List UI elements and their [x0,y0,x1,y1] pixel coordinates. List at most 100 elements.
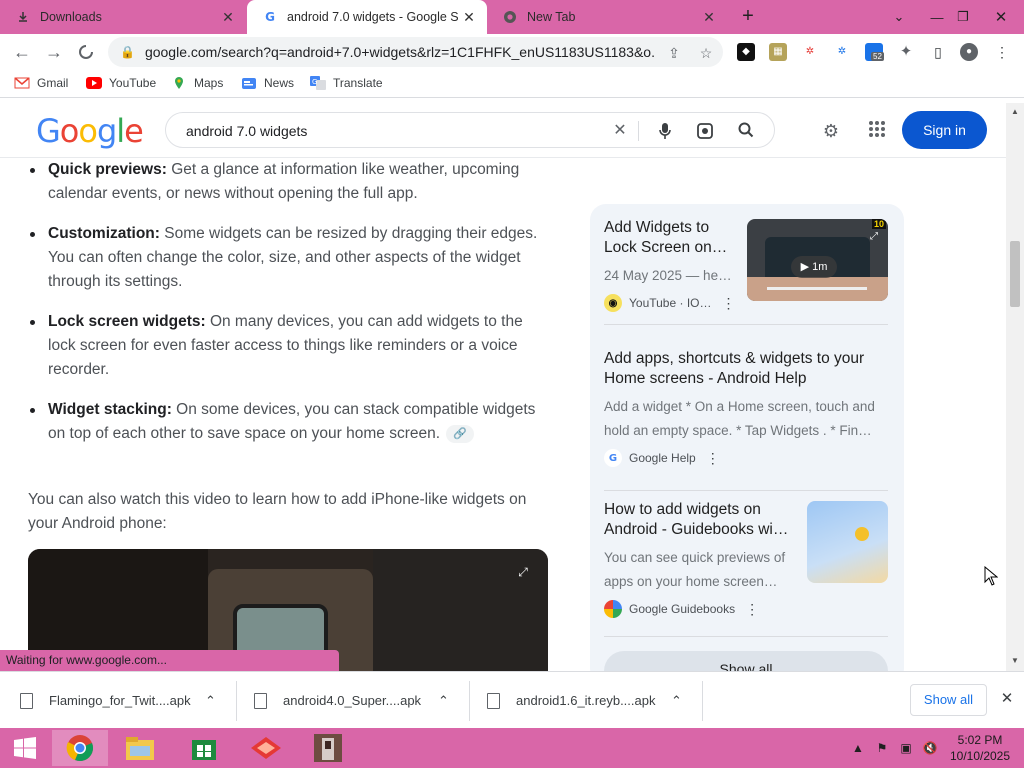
sign-in-button[interactable]: Sign in [902,111,987,149]
address-bar[interactable]: 🔒 google.com/search?q=android+7.0+widget… [108,37,723,67]
close-download-shelf-icon[interactable]: ✕ [998,690,1016,708]
news-icon [241,76,257,90]
restore-button[interactable]: ❐ [950,0,976,34]
bookmark-label: Gmail [37,76,69,90]
scroll-up-arrow-icon[interactable]: ▲ [1010,107,1020,117]
back-button[interactable]: ← [8,38,36,66]
bookmarks-bar: Gmail YouTube Maps News G Translate [0,70,1024,98]
download-options-chevron-icon[interactable]: ⌃ [438,672,449,729]
result-item-android-help[interactable]: Add apps, shortcuts & widgets to your Ho… [604,349,890,467]
result-title[interactable]: Add Widgets to Lock Screen on… [604,218,739,258]
bookmark-translate[interactable]: G Translate [310,76,383,90]
tray-volume-muted-icon[interactable]: 🔇 [922,740,938,756]
taskbar-store-icon[interactable] [176,730,232,766]
download-item[interactable]: Flamingo_for_Twit....apk [20,672,191,729]
roblox-extension-icon[interactable]: ◆ [737,43,755,61]
download-shelf: Flamingo_for_Twit....apk ⌃ android4.0_Su… [0,671,1024,728]
result-snippet: 24 May 2025 — he… [604,268,732,283]
download-filename: android1.6_it.reyb....apk [516,693,656,708]
downloads-show-all-button[interactable]: Show all [910,684,987,716]
side-panel-icon[interactable]: ▯ [929,43,947,61]
tab-new-tab[interactable]: New Tab ✕ [487,0,727,34]
bookmark-maps[interactable]: Maps [171,76,223,90]
bookmark-youtube[interactable]: YouTube [86,76,156,90]
expand-icon[interactable]: ⤢ [514,563,532,581]
show-all-results-button[interactable]: Show all [604,651,888,671]
bookmark-gmail[interactable]: Gmail [14,76,68,90]
more-options-icon[interactable]: ⋮ [706,450,720,467]
result-snippet: You can see quick previews of apps on yo… [604,550,786,589]
tray-flag-icon[interactable]: ⚑ [874,740,890,756]
list-item: Lock screen widgets: On many devices, yo… [28,310,553,382]
download-item[interactable]: android1.6_it.reyb....apk [487,672,655,729]
google-apps-grid-icon[interactable] [866,120,888,142]
taskbar-clock[interactable]: 5:02 PM 10/10/2025 [944,732,1016,764]
clear-search-icon[interactable]: ✕ [611,122,629,140]
search-input[interactable]: android 7.0 widgets ✕ [165,112,775,148]
download-item[interactable]: android4.0_Super....apk [254,672,421,729]
share-icon[interactable]: ⇪ [666,45,682,61]
forward-button[interactable]: → [40,38,68,66]
taskbar-app-photo-icon[interactable] [300,730,356,766]
video-duration: 1m [812,261,828,273]
taskbar-app-red-icon[interactable] [238,730,294,766]
loading-spinner-icon[interactable] [72,38,100,66]
tab-search-chevron-icon[interactable]: ⌄ [886,0,912,34]
extension-badge-count: 52 [871,52,884,61]
menu-kebab-icon[interactable]: ⋮ [993,43,1011,61]
link-chip-icon[interactable]: 🔗 [446,424,475,443]
svg-text:G: G [312,78,317,86]
tray-network-icon[interactable]: ▣ [898,740,914,756]
search-magnifier-icon[interactable] [737,122,755,140]
tab-strip: Downloads ✕ G android 7.0 widgets - Goog… [0,0,1024,34]
result-title[interactable]: Add apps, shortcuts & widgets to your Ho… [604,349,890,389]
more-options-icon[interactable]: ⋮ [745,601,759,618]
voice-search-mic-icon[interactable] [656,122,674,140]
minecraft-extension-icon[interactable]: ▦ [769,43,787,61]
bullet-heading: Customization: [48,225,160,242]
result-title[interactable]: How to add widgets on Android - Guideboo… [604,500,796,540]
result-source-name: YouTube · IO… [629,296,712,310]
settings-gear-icon[interactable]: ⚙ [820,120,842,142]
article-thumbnail[interactable] [807,501,888,583]
translate-icon: G [310,76,326,90]
scroll-down-arrow-icon[interactable]: ▼ [1010,656,1020,666]
tab-downloads[interactable]: Downloads ✕ [0,0,246,34]
minimize-button[interactable]: — [924,0,950,34]
puzzle-extensions-icon[interactable]: ✦ [897,43,915,61]
close-icon[interactable]: ✕ [220,9,236,25]
more-options-icon[interactable]: ⋮ [722,295,736,312]
extension-badge-icon[interactable]: 52 [865,43,884,61]
google-search-header: Google android 7.0 widgets ✕ ⚙ Sign in [0,103,1006,158]
dots-extension-icon-2[interactable]: ✲ [833,43,851,61]
tab-title: New Tab [527,10,576,24]
clock-time: 5:02 PM [957,733,1003,747]
maps-icon [171,76,187,90]
download-options-chevron-icon[interactable]: ⌃ [671,672,682,729]
window-close-button[interactable]: ✕ [986,0,1016,34]
file-icon [254,692,267,709]
download-options-chevron-icon[interactable]: ⌃ [205,672,216,729]
close-icon[interactable]: ✕ [701,9,717,25]
video-thumbnail[interactable]: ▶ 1m 10 ⤢ [747,219,888,301]
taskbar-chrome-icon[interactable] [52,730,108,766]
list-item: Quick previews: Get a glance at informat… [28,158,553,206]
windows-start-icon[interactable] [0,730,50,766]
video-duration-badge: ▶ 1m [791,256,837,278]
lens-search-icon[interactable] [696,122,714,140]
tray-chevron-up-icon[interactable]: ▲ [850,740,866,756]
tab-google-search[interactable]: G android 7.0 widgets - Google Se ✕ [247,0,487,34]
page-scrollbar[interactable]: ▲ ▼ [1006,103,1024,671]
taskbar-file-explorer-icon[interactable] [112,730,168,766]
bookmark-news[interactable]: News [241,76,294,90]
profile-avatar-icon[interactable]: ● [960,43,978,61]
scrollbar-thumb[interactable] [1010,241,1020,307]
bookmark-star-icon[interactable]: ☆ [698,45,714,61]
dots-extension-icon[interactable]: ✲ [801,43,819,61]
related-results-card: Add Widgets to Lock Screen on… 24 May 20… [590,204,904,671]
thumb-yellow-dot [855,527,869,541]
close-icon[interactable]: ✕ [461,9,477,25]
google-logo[interactable]: Google [36,112,144,150]
status-bubble: Waiting for www.google.com... [0,650,339,671]
new-tab-button[interactable]: + [736,5,760,29]
